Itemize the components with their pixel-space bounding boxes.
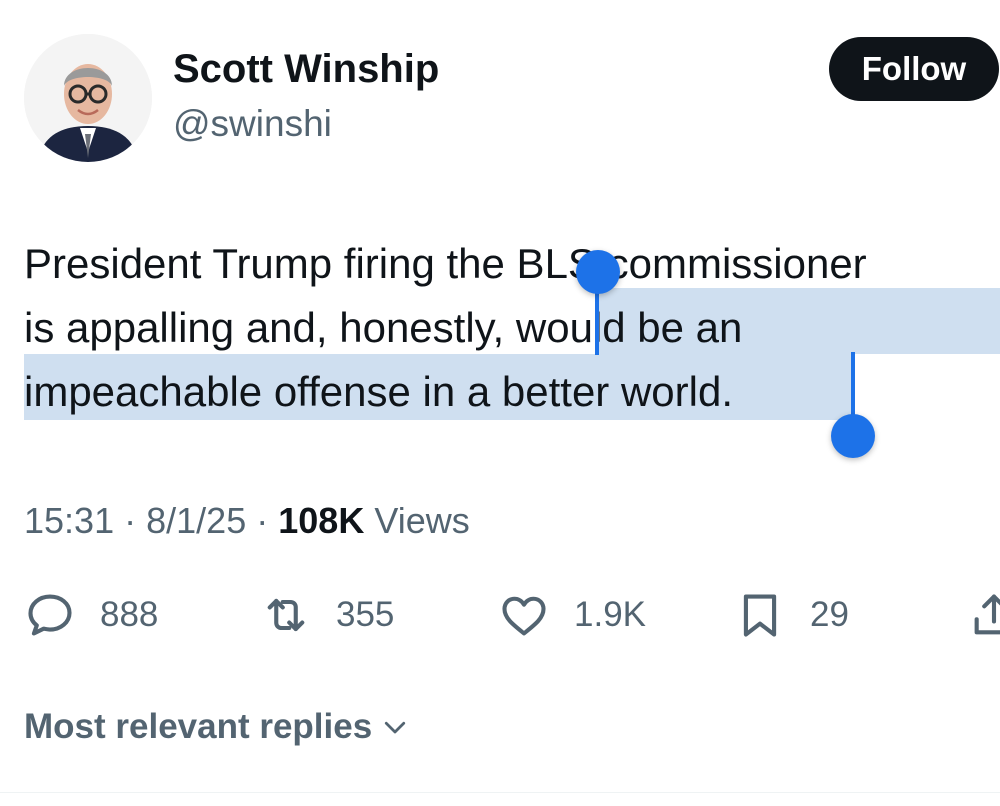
- reply-action[interactable]: 888: [24, 589, 158, 641]
- repost-action[interactable]: 355: [260, 589, 394, 641]
- bookmark-count: 29: [810, 595, 849, 634]
- replies-sort-dropdown[interactable]: Most relevant replies: [24, 704, 410, 750]
- avatar[interactable]: [24, 34, 152, 162]
- like-count: 1.9K: [574, 595, 646, 634]
- tweet-meta: 15:31 · 8/1/25 · 108K Views: [24, 497, 470, 545]
- reply-count: 888: [100, 595, 159, 634]
- avatar-photo: [24, 34, 152, 162]
- like-action[interactable]: 1.9K: [498, 589, 646, 641]
- tweet-text-segment: is appalling and, honestly,: [24, 304, 516, 351]
- selection-start-handle[interactable]: [576, 250, 620, 294]
- replies-sort-label: Most relevant replies: [24, 707, 373, 746]
- meta-separator: ·: [124, 500, 137, 541]
- bookmark-action[interactable]: 29: [734, 589, 849, 641]
- tweet-date[interactable]: 8/1/25: [146, 500, 246, 541]
- divider: [0, 792, 1000, 793]
- repost-icon: [267, 598, 305, 632]
- tweet-line: is appalling and, honestly, would be an: [24, 296, 1000, 360]
- follow-button[interactable]: Follow: [829, 37, 999, 101]
- chevron-down-icon: [385, 721, 406, 734]
- tweet-line: President Trump firing the BLS commissio…: [24, 232, 1000, 296]
- repost-count: 355: [336, 595, 395, 634]
- author-handle[interactable]: @swinshi: [173, 101, 332, 147]
- heart-icon: [502, 596, 546, 636]
- selection-end-handle[interactable]: [831, 414, 875, 458]
- views-count[interactable]: 108K: [278, 500, 364, 541]
- meta-separator: ·: [256, 500, 269, 541]
- share-icon: [974, 594, 1000, 635]
- reply-icon: [28, 594, 72, 636]
- bookmark-icon: [743, 594, 777, 637]
- share-action[interactable]: [968, 589, 1000, 641]
- author-name[interactable]: Scott Winship: [173, 45, 439, 93]
- tweet-time[interactable]: 15:31: [24, 500, 114, 541]
- selected-text: impeachable offense in a better world.: [24, 368, 733, 415]
- views-label: Views: [374, 500, 470, 541]
- selection-start-caret: [595, 285, 599, 355]
- tweet-text-segment: President Trump firing the BLS commissio…: [24, 240, 867, 287]
- selected-text: would be an: [515, 304, 743, 351]
- selection-end-caret: [851, 352, 855, 418]
